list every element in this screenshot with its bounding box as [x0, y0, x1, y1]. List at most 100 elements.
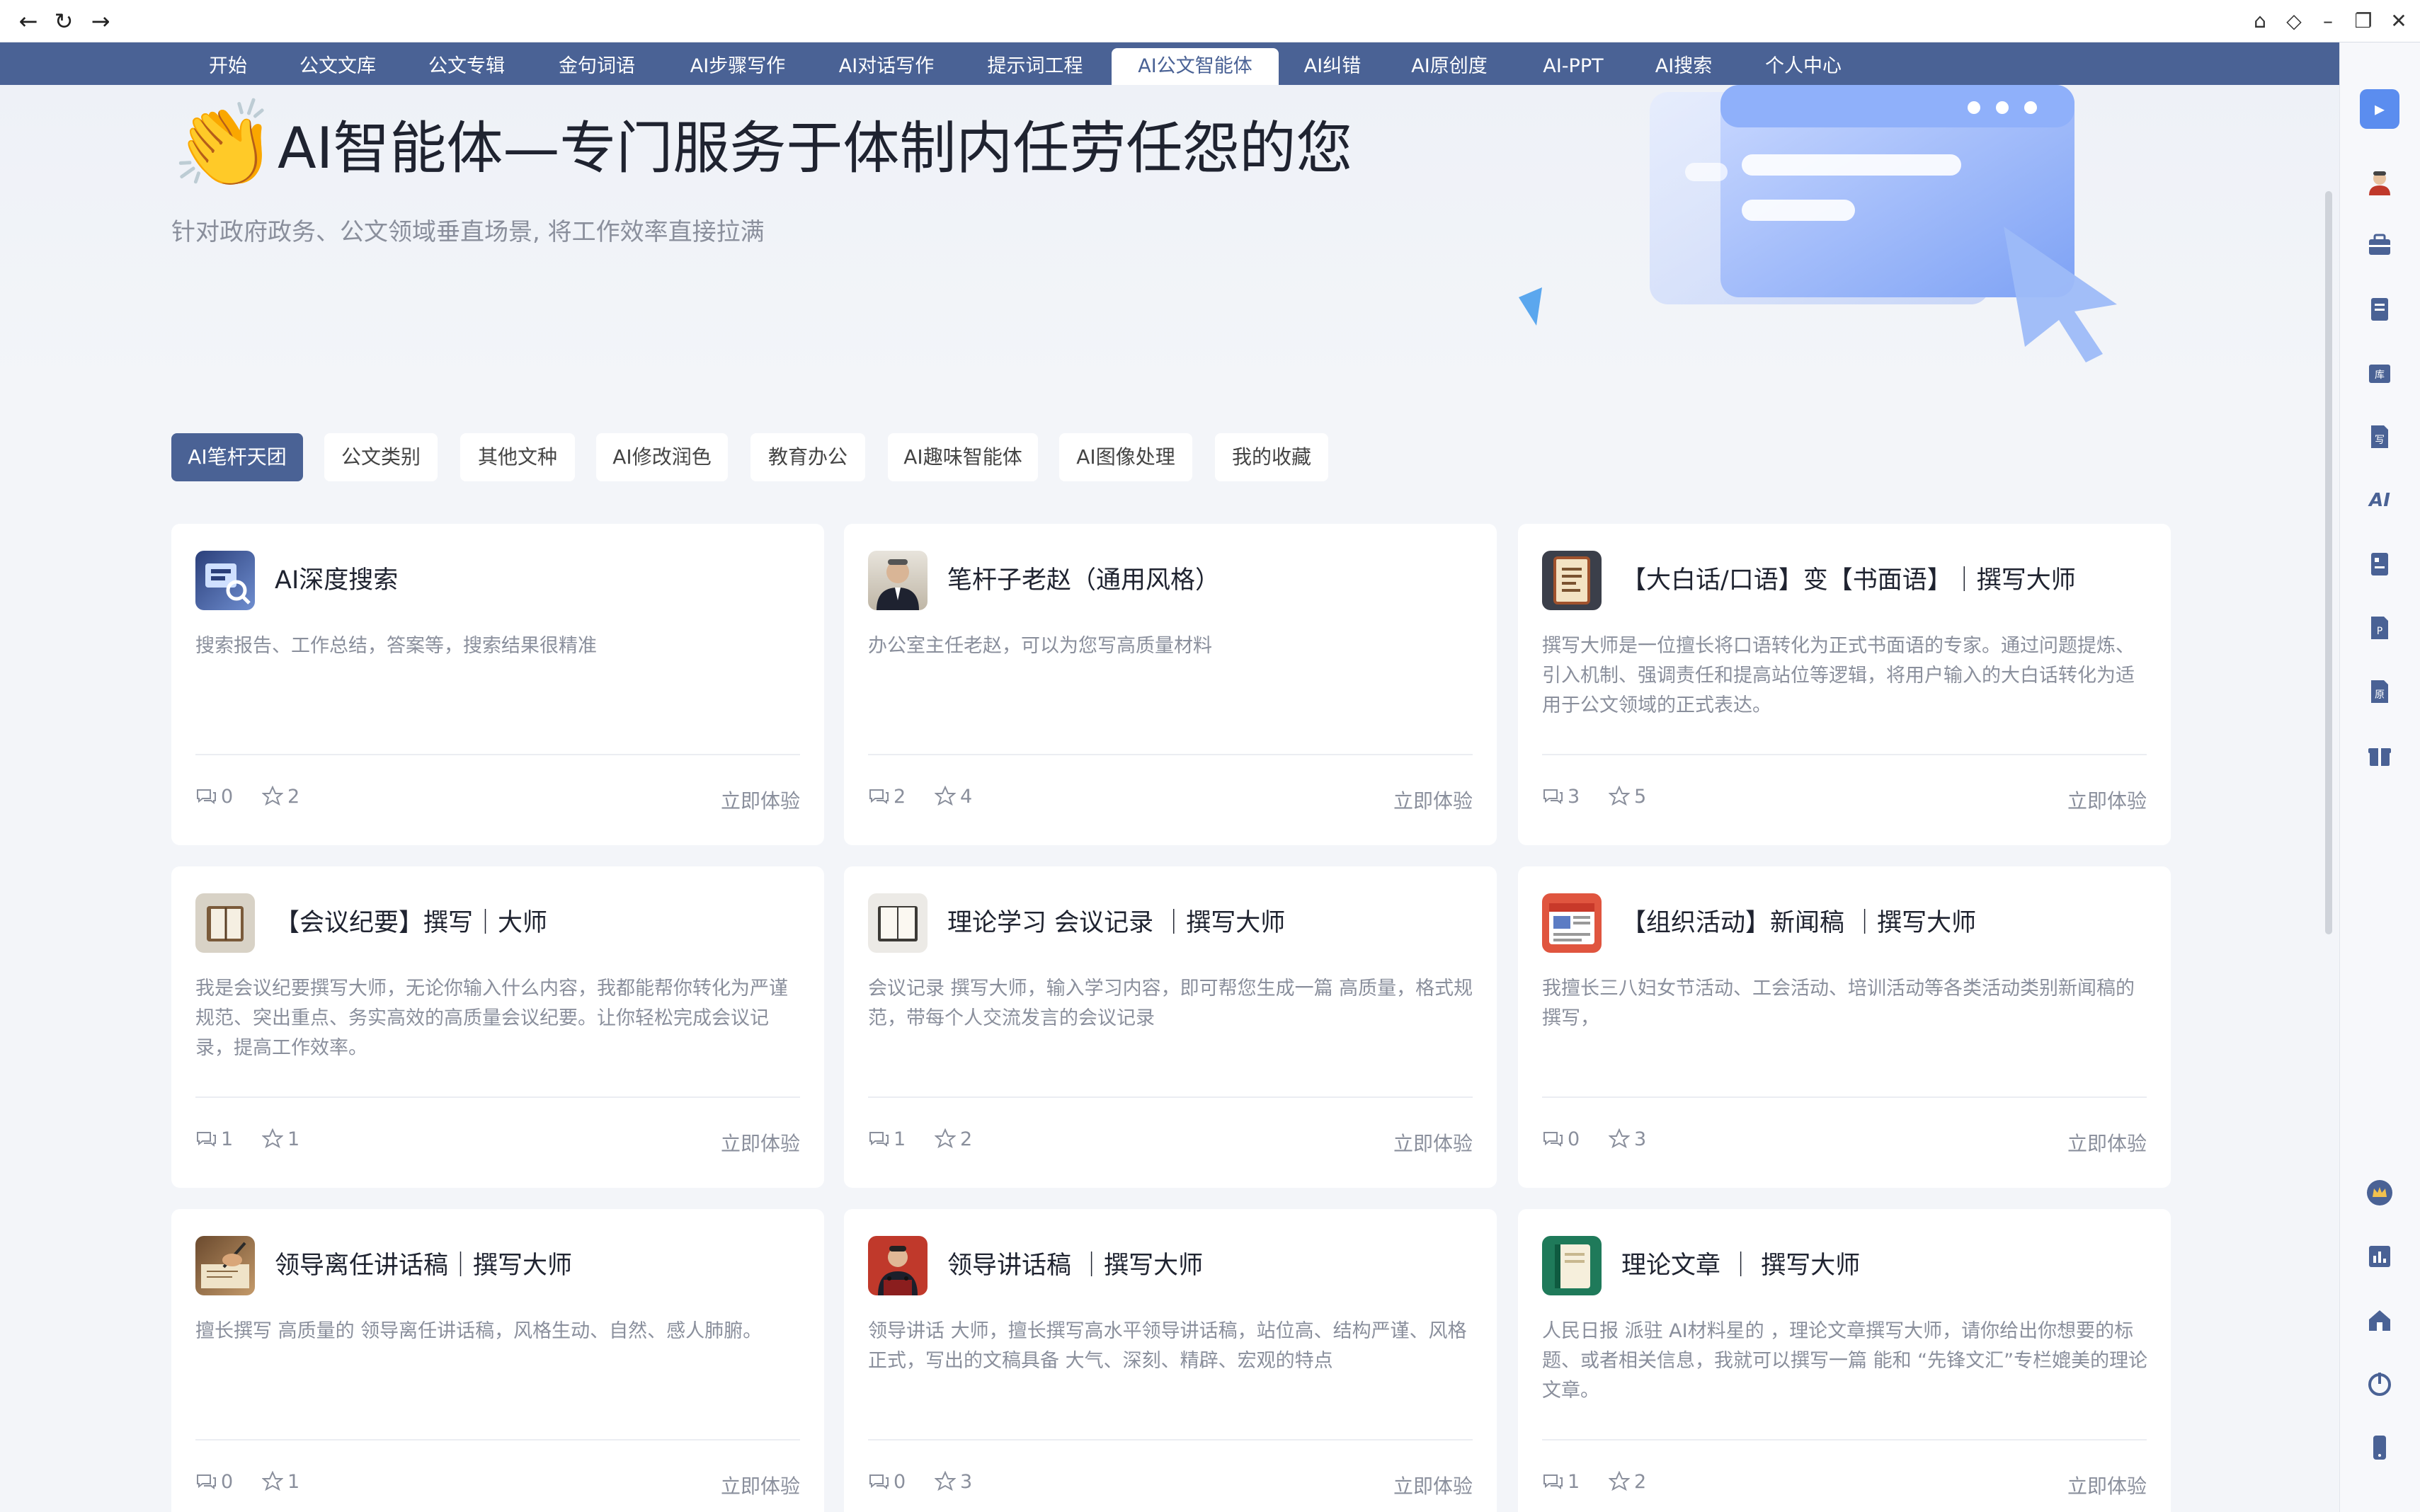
category-my-favorites[interactable]: 我的收藏 [1215, 433, 1328, 481]
agent-card[interactable]: 领导离任讲话稿｜撰写大师 擅长撰写 高质量的 领导离任讲话稿，风格生动、自然、感… [171, 1209, 824, 1512]
star-count[interactable]: 1 [261, 1128, 299, 1150]
comment-icon [1543, 1132, 1563, 1147]
category-ai-fun-agents[interactable]: AI趣味智能体 [888, 433, 1038, 481]
category-other-docs[interactable]: 其他文种 [460, 433, 575, 481]
back-arrow-icon[interactable]: ← [14, 7, 42, 35]
tab-ai-originality[interactable]: AI原创度 [1403, 48, 1495, 85]
star-count[interactable]: 3 [934, 1470, 972, 1493]
agent-card[interactable]: 笔杆子老赵（通用风格） 办公室主任老赵，可以为您写高质量材料 2 4 立即体验 [844, 524, 1497, 845]
page-scrollbar[interactable] [2325, 191, 2332, 934]
star-icon [261, 1470, 284, 1491]
ppt-icon[interactable]: P [2365, 613, 2395, 643]
try-now-button[interactable]: 立即体验 [2067, 1128, 2147, 1157]
page-title: AI智能体—专门服务于体制内任劳任怨的您 [278, 115, 1353, 181]
comment-count: 0 [195, 786, 233, 808]
speaker-avatar-icon [868, 1236, 928, 1295]
tab-start[interactable]: 开始 [200, 48, 256, 85]
comment-icon [1543, 1474, 1563, 1489]
try-now-button[interactable]: 立即体验 [2067, 786, 2147, 814]
category-ai-image[interactable]: AI图像处理 [1059, 433, 1192, 481]
toolbox-icon[interactable] [2365, 231, 2395, 260]
star-count[interactable]: 2 [261, 785, 299, 808]
card-title: AI深度搜索 [275, 566, 399, 595]
category-education-office[interactable]: 教育办公 [750, 433, 865, 481]
card-description: 搜索报告、工作总结，答案等，搜索结果很精准 [195, 635, 597, 657]
tab-ai-search[interactable]: AI搜索 [1647, 48, 1720, 85]
crown-icon[interactable] [2365, 1178, 2395, 1208]
sidebar-toggle-icon[interactable]: ▸ [2360, 89, 2399, 129]
comment-count: 0 [195, 1471, 233, 1493]
svg-text:写: 写 [2375, 435, 2385, 446]
try-now-button[interactable]: 立即体验 [1393, 1128, 1473, 1157]
restore-icon[interactable]: ❐ [2349, 7, 2378, 35]
tab-ai-proofread[interactable]: AI纠错 [1297, 48, 1368, 85]
page-subtitle: 针对政府政务、公文领域垂直场景, 将工作效率直接拉满 [171, 218, 765, 246]
category-ai-writers[interactable]: AI笔杆天团 [171, 433, 303, 481]
document-icon[interactable] [2365, 294, 2395, 324]
agent-card[interactable]: AI深度搜索 搜索报告、工作总结，答案等，搜索结果很精准 0 2 立即体验 [171, 524, 824, 845]
comment-count: 0 [868, 1471, 906, 1493]
agent-card[interactable]: 领导讲话稿 ｜撰写大师 领导讲话 大师，擅长撰写高水平领导讲话稿，站位高、结构严… [844, 1209, 1497, 1512]
try-now-button[interactable]: 立即体验 [721, 786, 800, 814]
tab-golden-phrases[interactable]: 金句词语 [551, 48, 643, 85]
close-icon[interactable]: ✕ [2385, 7, 2413, 35]
home-icon[interactable] [2365, 1305, 2395, 1335]
star-count[interactable]: 1 [261, 1470, 299, 1493]
agent-card[interactable]: 【会议纪要】撰写｜大师 我是会议纪要撰写大师，无论你输入什么内容，我都能帮你转化… [171, 866, 824, 1188]
clapping-hands-icon: 👏 [171, 96, 278, 194]
write-icon[interactable]: 写 [2365, 422, 2395, 452]
try-now-button[interactable]: 立即体验 [721, 1128, 800, 1157]
try-now-button[interactable]: 立即体验 [2067, 1471, 2147, 1499]
stats-icon[interactable] [2365, 1242, 2395, 1271]
comment-count: 1 [868, 1128, 906, 1150]
user-avatar-icon[interactable] [2365, 167, 2395, 197]
card-description: 擅长撰写 高质量的 领导离任讲话稿，风格生动、自然、感人肺腑。 [195, 1320, 763, 1342]
svg-text:库: 库 [2375, 370, 2385, 381]
tab-ai-step-writing[interactable]: AI步骤写作 [681, 48, 794, 85]
home-icon[interactable]: ⌂ [2246, 7, 2274, 35]
refresh-icon[interactable]: ↻ [50, 7, 78, 35]
star-count[interactable]: 4 [934, 785, 972, 808]
gift-icon[interactable] [2365, 740, 2395, 770]
open-book-avatar-icon [868, 893, 928, 953]
tab-prompt-engineering[interactable]: 提示词工程 [978, 48, 1092, 85]
forward-arrow-icon[interactable]: → [86, 7, 115, 35]
gem-icon[interactable]: ◇ [2280, 7, 2308, 35]
card-description: 我是会议纪要撰写大师，无论你输入什么内容，我都能帮你转化为严谨规范、突出重点、务… [195, 978, 788, 1059]
ai-icon[interactable]: AI [2365, 486, 2395, 515]
tab-ai-dialog-writing[interactable]: AI对话写作 [830, 48, 943, 85]
agent-card[interactable]: 理论文章 ｜ 撰写大师 人民日报 派驻 AI材料星的 ，理论文章撰写大师，请你给… [1518, 1209, 2171, 1512]
card-description: 我擅长三八妇女节活动、工会活动、培训活动等各类活动类别新闻稿的撰写， [1542, 978, 2135, 1029]
notebook-avatar-icon [1542, 1236, 1602, 1295]
agent-card[interactable]: 【组织活动】新闻稿 ｜撰写大师 我擅长三八妇女节活动、工会活动、培训活动等各类活… [1518, 866, 2171, 1188]
minimize-icon[interactable]: – [2314, 7, 2342, 35]
try-now-button[interactable]: 立即体验 [1393, 786, 1473, 814]
card-title: 【大白话/口语】变【书面语】｜撰写大师 [1621, 566, 2076, 595]
category-ai-polish[interactable]: AI修改润色 [596, 433, 728, 481]
star-count[interactable]: 2 [1608, 1470, 1646, 1493]
top-nav: 开始 公文文库 公文专辑 金句词语 AI步骤写作 AI对话写作 提示词工程 AI… [0, 42, 2339, 85]
tab-doc-library[interactable]: 公文文库 [292, 48, 384, 85]
category-doc-types[interactable]: 公文类别 [324, 433, 438, 481]
power-icon[interactable] [2365, 1369, 2395, 1399]
agent-card[interactable]: 理论学习 会议记录 ｜撰写大师 会议记录 撰写大师，输入学习内容，即可帮您生成一… [844, 866, 1497, 1188]
svg-text:P: P [2377, 626, 2382, 637]
star-icon [261, 785, 284, 806]
svg-text:原: 原 [2375, 689, 2385, 701]
original-icon[interactable]: 原 [2365, 677, 2395, 706]
report-icon[interactable] [2365, 549, 2395, 579]
star-count[interactable]: 5 [1608, 785, 1646, 808]
try-now-button[interactable]: 立即体验 [721, 1471, 800, 1499]
newspaper-avatar-icon [1542, 893, 1602, 953]
tab-personal-center[interactable]: 个人中心 [1757, 48, 1849, 85]
library-icon[interactable]: 库 [2365, 358, 2395, 388]
try-now-button[interactable]: 立即体验 [1393, 1471, 1473, 1499]
star-count[interactable]: 3 [1608, 1128, 1646, 1150]
tab-ai-ppt[interactable]: AI-PPT [1531, 48, 1616, 85]
phone-icon[interactable] [2365, 1433, 2395, 1462]
tab-doc-album[interactable]: 公文专辑 [421, 48, 513, 85]
star-count[interactable]: 2 [934, 1128, 972, 1150]
tab-ai-agents[interactable]: AI公文智能体 [1112, 48, 1279, 85]
agent-card[interactable]: 【大白话/口语】变【书面语】｜撰写大师 撰写大师是一位擅长将口语转化为正式书面语… [1518, 524, 2171, 845]
writing-hand-avatar-icon [195, 1236, 255, 1295]
